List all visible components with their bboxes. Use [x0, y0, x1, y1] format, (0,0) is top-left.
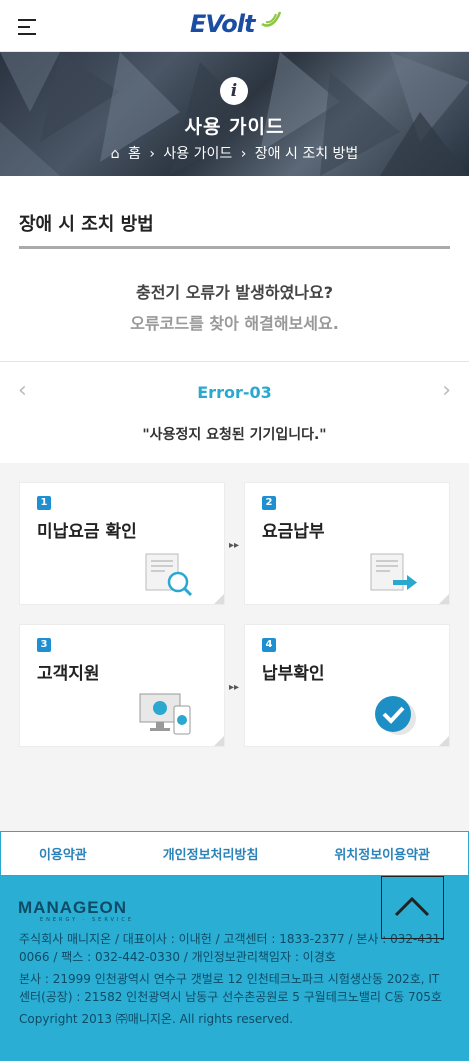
card-corner — [214, 736, 224, 746]
home-icon[interactable]: ⌂ — [111, 146, 120, 162]
breadcrumb-item-guide[interactable]: 사용 가이드 — [163, 146, 232, 162]
page-title: 사용 가이드 — [184, 116, 285, 138]
error-code: Error-03 — [197, 383, 272, 402]
logo-swoosh-icon — [261, 11, 282, 27]
info-icon: i — [220, 77, 248, 105]
footer-logo: MANAGEON — [18, 898, 128, 917]
step-label: 미납요금 확인 — [37, 522, 137, 542]
scroll-top-button[interactable] — [381, 876, 444, 939]
step-card-unpaid[interactable]: 1 미납요금 확인 — [19, 482, 225, 605]
hero-banner: i 사용 가이드 ⌂ 홈 › 사용 가이드 › 장애 시 조치 방법 — [0, 52, 469, 176]
location-terms-link[interactable]: 위치정보이용약관 — [334, 844, 430, 863]
steps-area: 1 미납요금 확인 ▸▸ 2 요금납부 3 고객지원 ▸▸ 4 납부확인 — [0, 463, 469, 843]
terms-link[interactable]: 이용약관 — [39, 844, 87, 863]
step-number: 3 — [37, 638, 51, 652]
next-arrow-icon: ▸▸ — [229, 682, 240, 693]
step-card-payment[interactable]: 2 요금납부 — [244, 482, 450, 605]
chevron-right-icon: › — [149, 146, 155, 162]
step-number: 1 — [37, 496, 51, 510]
breadcrumb-item-home[interactable]: 홈 — [128, 146, 141, 162]
question-block: 충전기 오류가 발생하였나요? 오류코드를 찾아 해결해보세요. — [0, 279, 469, 334]
breadcrumb-item-current: 장애 시 조치 방법 — [254, 146, 359, 162]
step-label: 고객지원 — [37, 664, 100, 684]
question-line1: 충전기 오류가 발생하였나요? — [135, 283, 334, 302]
error-message: "사용정지 요청된 기기입니다." — [142, 427, 327, 443]
step-number: 4 — [262, 638, 276, 652]
step-label: 요금납부 — [262, 522, 325, 542]
section-title: 장애 시 조치 방법 — [19, 210, 450, 249]
card-corner — [439, 594, 449, 604]
chevron-right-icon[interactable]: › — [442, 378, 451, 403]
footer-logo-sub: ENERGY · SERVICE — [40, 917, 135, 923]
devices-icon — [139, 693, 191, 735]
check-circle-icon — [375, 696, 416, 735]
invoice-search-icon — [145, 553, 193, 596]
hamburger-icon[interactable] — [18, 19, 36, 35]
footer-info: 주식회사 매니지온 / 대표이사 : 이내헌 / 고객센터 : 1833-237… — [19, 930, 449, 1028]
logo[interactable]: EVolt — [190, 10, 255, 38]
breadcrumb: ⌂ 홈 › 사용 가이드 › 장애 시 조치 방법 — [0, 143, 469, 163]
invoice-send-icon — [370, 553, 417, 591]
footer-links: 이용약관 개인정보처리방침 위치정보이용약관 — [0, 831, 469, 876]
card-corner — [214, 594, 224, 604]
step-card-confirm[interactable]: 4 납부확인 — [244, 624, 450, 747]
step-number: 2 — [262, 496, 276, 510]
question-line2: 오류코드를 찾아 해결해보세요. — [130, 314, 339, 333]
privacy-link[interactable]: 개인정보처리방침 — [163, 844, 259, 863]
chevron-up-icon — [394, 896, 430, 917]
address-info: 본사 : 21999 인천광역시 연수구 갯벌로 12 인천테크노파크 시험생산… — [19, 972, 442, 1004]
error-slider: ‹ Error-03 › "사용정지 요청된 기기입니다." — [0, 361, 469, 463]
step-card-support[interactable]: 3 고객지원 — [19, 624, 225, 747]
header: EVolt — [0, 0, 469, 52]
next-arrow-icon: ▸▸ — [229, 540, 240, 551]
step-label: 납부확인 — [262, 664, 325, 684]
copyright: Copyright 2013 ㈜매니지온. All rights reserve… — [19, 1012, 294, 1026]
card-corner — [439, 736, 449, 746]
chevron-right-icon: › — [240, 146, 247, 162]
